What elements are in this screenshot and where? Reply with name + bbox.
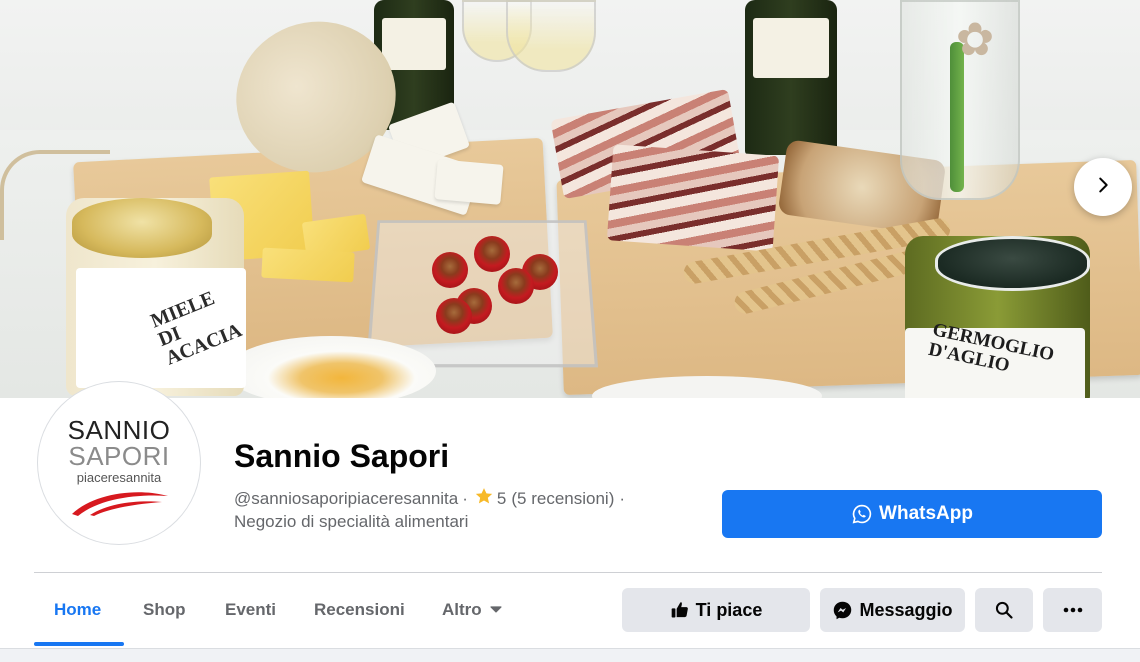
page-handle[interactable]: @sanniosaporipiaceresannita — [234, 488, 458, 510]
cover-wine-glass — [506, 0, 596, 72]
tab-altro[interactable]: Altro — [442, 588, 502, 632]
cover-cheese-yellow — [261, 247, 355, 283]
whatsapp-button-label: WhatsApp — [879, 503, 973, 524]
caret-down-icon — [490, 606, 502, 614]
cover-pepper — [498, 268, 534, 304]
cover-next-button[interactable] — [1074, 158, 1132, 216]
more-icon — [1063, 607, 1083, 613]
chevron-right-icon — [1092, 174, 1114, 201]
search-button[interactable] — [975, 588, 1033, 632]
page-avatar[interactable]: SANNIO SAPORI piaceresannita — [38, 382, 200, 544]
avatar-logo-line2: SAPORI — [68, 441, 170, 471]
meta-separator: · — [619, 489, 626, 508]
flower-icon: ✿ — [955, 13, 995, 65]
cover-bottle-fiano — [745, 0, 837, 155]
star-icon — [474, 486, 494, 512]
reviews-link[interactable]: (5 recensioni) — [511, 488, 614, 510]
tab-label: Altro — [442, 600, 482, 619]
rating-value: 5 — [496, 489, 507, 508]
page-title: Sannio Sapori — [234, 438, 450, 474]
logo-swoosh-icon — [72, 492, 168, 516]
tab-label: Recensioni — [314, 600, 405, 619]
cover-cheese-white — [434, 159, 504, 205]
tab-label: Home — [54, 600, 102, 619]
honey-jar-label: MIELE DI ACACIA — [147, 287, 246, 370]
meta-separator: · — [462, 489, 468, 508]
active-tab-indicator — [34, 642, 124, 646]
thumbs-up-icon — [670, 600, 690, 620]
avatar-logo-line3: piaceresannita — [76, 470, 162, 485]
cover-honey-plate — [226, 336, 436, 398]
messenger-icon — [832, 600, 853, 621]
cover-photo[interactable]: ✿ MIELE DI ACACIA GERMOGLIO D'AGLIO — [0, 0, 1140, 398]
like-button-label: Ti piace — [695, 599, 763, 620]
more-options-button[interactable] — [1043, 588, 1102, 632]
cover-pepper — [474, 236, 510, 272]
tab-eventi[interactable]: Eventi — [225, 588, 276, 632]
header-divider — [34, 572, 1102, 573]
cover-honey-jar: MIELE DI ACACIA — [66, 198, 246, 396]
search-icon — [994, 600, 1014, 620]
avatar-logo-line1: SANNIO — [67, 415, 171, 445]
like-button[interactable]: Ti piace — [622, 588, 810, 632]
whatsapp-icon — [851, 503, 873, 525]
tab-label: Eventi — [225, 600, 277, 619]
whatsapp-button[interactable]: WhatsApp — [722, 490, 1102, 538]
message-button[interactable]: Messaggio — [820, 588, 965, 632]
tab-home[interactable]: Home — [54, 588, 101, 632]
tab-shop[interactable]: Shop — [143, 588, 186, 632]
message-button-label: Messaggio — [859, 599, 953, 620]
garlic-jar-label: GERMOGLIO D'AGLIO — [926, 319, 1056, 377]
tab-label: Shop — [143, 600, 186, 619]
tab-recensioni[interactable]: Recensioni — [314, 588, 405, 632]
page-category[interactable]: Negozio di specialità alimentari — [234, 511, 468, 533]
cover-pepper — [432, 252, 468, 288]
content-area-edge — [0, 648, 1140, 662]
cover-bacon — [606, 144, 780, 252]
cover-garlic-jar: GERMOGLIO D'AGLIO — [905, 236, 1090, 398]
cover-pepper — [436, 298, 472, 334]
page-meta: @sanniosaporipiaceresannita · 5 (5 recen… — [234, 486, 625, 512]
